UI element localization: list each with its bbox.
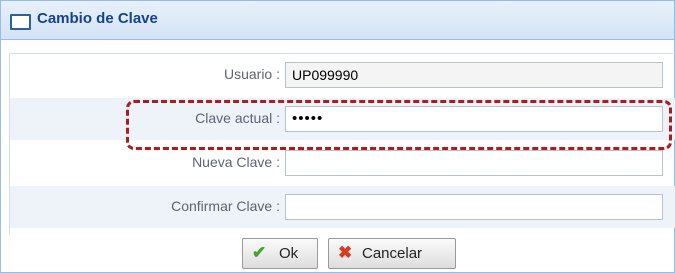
clave-actual-field[interactable]	[285, 106, 663, 132]
cancel-button[interactable]: ✖ Cancelar	[328, 238, 456, 269]
cancel-button-label: Cancelar	[362, 245, 423, 262]
usuario-field[interactable]	[285, 62, 663, 88]
confirmar-clave-label: Confirmar Clave :	[171, 198, 280, 214]
form-body: Usuario : Clave actual : Nueva Clave : C…	[9, 53, 675, 234]
ok-button-label: Ok	[279, 245, 299, 262]
confirmar-clave-field[interactable]	[285, 194, 663, 220]
nueva-clave-field[interactable]	[285, 150, 663, 176]
form-row-confirmar-clave: Confirmar Clave :	[10, 186, 675, 228]
window-icon	[10, 14, 31, 30]
checkmark-icon: ✔	[252, 243, 267, 262]
ok-button[interactable]: ✔ Ok	[242, 238, 318, 269]
usuario-label: Usuario :	[223, 66, 280, 82]
clave-actual-label: Clave actual :	[195, 110, 280, 126]
change-password-window: Cambio de Clave Usuario : Clave actual :…	[0, 0, 675, 273]
form-row-clave-actual: Clave actual :	[10, 98, 675, 140]
nueva-clave-label: Nueva Clave :	[192, 154, 280, 170]
window-titlebar: Cambio de Clave	[1, 1, 674, 40]
form-row-nueva-clave: Nueva Clave :	[10, 142, 675, 184]
x-mark-icon: ✖	[338, 243, 353, 262]
form-row-usuario: Usuario :	[10, 54, 675, 96]
window-title: Cambio de Clave	[37, 10, 158, 27]
